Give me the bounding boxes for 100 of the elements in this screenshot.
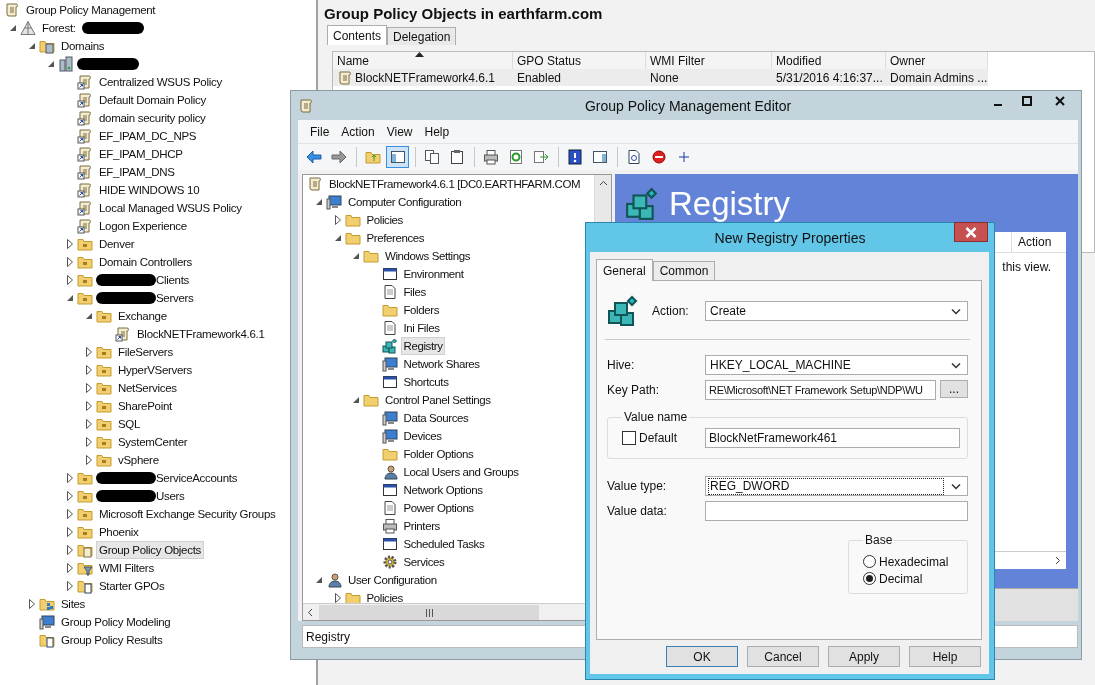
expander-icon[interactable]: [65, 526, 75, 538]
tree-item[interactable]: Starter GPOs: [96, 577, 168, 595]
tree-item[interactable]: Power Options: [400, 499, 477, 517]
tree-item[interactable]: domain security policy: [96, 109, 209, 127]
tree-item[interactable]: Computer Configuration: [345, 193, 465, 211]
tree-item[interactable]: vSphere: [115, 451, 162, 469]
tree-item[interactable]: Network Shares: [400, 355, 483, 373]
tree-item[interactable]: Exchange: [115, 307, 170, 325]
expander-icon[interactable]: [65, 508, 75, 520]
column-header[interactable]: Name: [333, 52, 513, 69]
tree-item[interactable]: Network Options: [400, 481, 486, 499]
column-header[interactable]: Action: [1011, 232, 1066, 252]
tree-item[interactable]: Logon Experience: [96, 217, 190, 235]
tree-item[interactable]: EF_IPAM_DHCP: [96, 145, 186, 163]
tree-item[interactable]: Domains: [58, 37, 108, 55]
expander-icon[interactable]: [65, 562, 75, 574]
tree-item[interactable]: Registry: [400, 337, 446, 355]
tree-item[interactable]: Devices: [400, 427, 445, 445]
tree-item[interactable]: Default Domain Policy: [96, 91, 209, 109]
column-header[interactable]: Owner: [886, 52, 988, 69]
expander-icon[interactable]: [84, 346, 94, 358]
tree-item[interactable]: Group Policy Results: [58, 631, 166, 649]
table-row[interactable]: BlockNETFramework4.6.1 Enabled None 5/31/2016 4:16:37... Domain Admins ...: [333, 69, 988, 86]
toolbar-button[interactable]: [386, 146, 409, 168]
value-type-dropdown[interactable]: REG_DWORD: [705, 476, 968, 496]
tree-item[interactable]: Group Policy Objects: [96, 541, 204, 559]
tree-item[interactable]: EF_IPAM_DC_NPS: [96, 127, 200, 145]
value-data-field[interactable]: [705, 501, 968, 521]
tree-item[interactable]: Data Sources: [400, 409, 472, 427]
tree-item[interactable]: Denver: [96, 235, 138, 253]
column-header[interactable]: GPO Status: [513, 52, 646, 69]
tree-item[interactable]: Forest:: [39, 19, 79, 37]
tree-item[interactable]: Phoenix: [96, 523, 142, 541]
expander-icon[interactable]: [65, 580, 75, 592]
tree-item[interactable]: Services: [400, 553, 448, 571]
tree-item[interactable]: Servers: [153, 289, 197, 307]
action-dropdown[interactable]: Create: [705, 301, 968, 321]
tree-item[interactable]: Microsoft Exchange Security Groups: [96, 505, 279, 523]
close-button[interactable]: [954, 222, 988, 242]
tab[interactable]: Contents: [327, 25, 388, 45]
expander-icon[interactable]: [27, 598, 37, 610]
expander-icon[interactable]: [84, 454, 94, 466]
menu-item[interactable]: Help: [418, 124, 456, 139]
tree-item[interactable]: Group Policy Management: [23, 1, 159, 19]
tree-item[interactable]: EF_IPAM_DNS: [96, 163, 178, 181]
menu-item[interactable]: View: [380, 124, 419, 139]
tree-item[interactable]: Policies: [363, 589, 406, 603]
expander-icon[interactable]: [65, 256, 75, 268]
tree-item[interactable]: HyperVServers: [115, 361, 196, 379]
tree-item[interactable]: Ini Files: [400, 319, 443, 337]
expander-icon[interactable]: [84, 400, 94, 412]
tree-item[interactable]: Domain Controllers: [96, 253, 196, 271]
expander-icon[interactable]: [65, 238, 75, 250]
menu-item[interactable]: File: [304, 124, 336, 139]
tab[interactable]: General: [596, 259, 653, 281]
tree-item[interactable]: BlockNETFramework4.6.1: [134, 325, 268, 343]
tree-item[interactable]: Scheduled Tasks: [400, 535, 488, 553]
tree-item[interactable]: SharePoint: [115, 397, 175, 415]
expander-icon[interactable]: [84, 364, 94, 376]
tree-item[interactable]: NetServices: [115, 379, 180, 397]
tree-item[interactable]: Users: [153, 487, 188, 505]
tab[interactable]: Delegation: [387, 27, 457, 45]
expander-icon[interactable]: [65, 490, 75, 502]
tree-item[interactable]: HIDE WINDOWS 10: [96, 181, 203, 199]
tree-item[interactable]: Policies: [363, 211, 406, 229]
value-name-field[interactable]: BlockNetFramework461: [705, 428, 960, 448]
dialog-button[interactable]: Help: [909, 646, 981, 667]
tree-item[interactable]: Environment: [400, 265, 467, 283]
column-header[interactable]: Modified: [772, 52, 886, 69]
browse-button[interactable]: ...: [940, 380, 968, 398]
tree-item[interactable]: FileServers: [115, 343, 176, 361]
key-path-field[interactable]: RE\Microsoft\NET Framework Setup\NDP\WU: [705, 380, 936, 400]
dialog-button[interactable]: OK: [666, 646, 738, 667]
checkbox[interactable]: [622, 431, 636, 445]
tree-item[interactable]: Clients: [153, 271, 193, 289]
dialog-button[interactable]: Cancel: [747, 646, 819, 667]
tab[interactable]: Common: [652, 261, 716, 280]
dialog-button[interactable]: Apply: [828, 646, 900, 667]
hive-dropdown[interactable]: HKEY_LOCAL_MACHINE: [705, 355, 968, 375]
tree-item[interactable]: ServiceAccounts: [153, 469, 241, 487]
expander-icon[interactable]: [84, 382, 94, 394]
tree-item[interactable]: Local Managed WSUS Policy: [96, 199, 245, 217]
tree-item[interactable]: Control Panel Settings: [382, 391, 494, 409]
radio-button[interactable]: [863, 555, 876, 568]
tree-item[interactable]: Local Users and Groups: [400, 463, 522, 481]
expander-icon[interactable]: [65, 472, 75, 484]
tree-item[interactable]: Shortcuts: [400, 373, 452, 391]
scroll-thumb[interactable]: [319, 605, 539, 620]
expander-icon[interactable]: [65, 274, 75, 286]
tree-item[interactable]: Centralized WSUS Policy: [96, 73, 225, 91]
tree-item[interactable]: User Configuration: [345, 571, 440, 589]
tree-item[interactable]: SQL: [115, 415, 144, 433]
tree-item[interactable]: Sites: [58, 595, 89, 613]
tree-item[interactable]: WMI Filters: [96, 559, 157, 577]
menu-item[interactable]: Action: [335, 124, 381, 139]
expander-icon[interactable]: [84, 436, 94, 448]
tree-item[interactable]: Printers: [400, 517, 443, 535]
expander-icon[interactable]: [65, 544, 75, 556]
radio-button[interactable]: [863, 572, 876, 585]
tree-item[interactable]: Files: [400, 283, 429, 301]
